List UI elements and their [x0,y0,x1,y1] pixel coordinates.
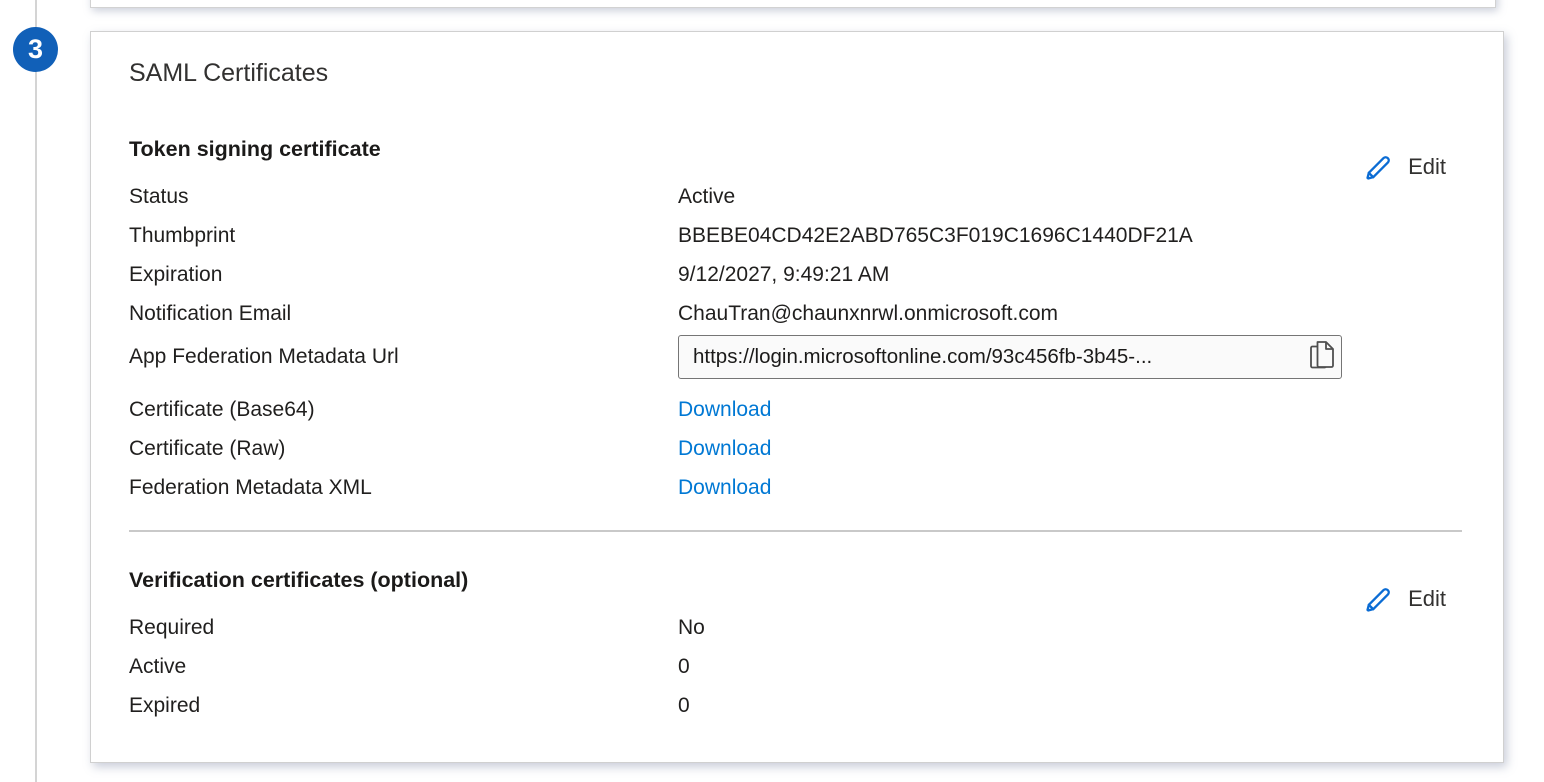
field-row: Thumbprint BBEBE04CD42E2ABD765C3F019C169… [129,216,1462,255]
field-row: Federation Metadata XML Download [129,468,1462,507]
download-link[interactable]: Download [678,476,771,500]
step-connector-line [35,0,37,782]
field-row: Status Active [129,177,1462,216]
field-row: Expired 0 [129,686,1462,725]
step-number-badge: 3 [13,27,58,72]
field-label: Thumbprint [129,224,678,248]
edit-token-signing-button[interactable]: Edit [1361,148,1446,185]
edit-verification-button[interactable]: Edit [1361,580,1446,617]
edit-button-label: Edit [1408,586,1446,612]
pencil-icon [1361,150,1394,184]
field-row: Required No [129,608,1462,647]
field-label: Status [129,185,678,209]
verification-certificates-heading: Verification certificates (optional) [129,566,1462,594]
field-value: Active [678,185,735,209]
token-signing-certificate-heading: Token signing certificate [129,135,1462,163]
edit-button-label: Edit [1408,154,1446,180]
field-row: Expiration 9/12/2027, 9:49:21 AM [129,255,1462,294]
verification-certificate-rows: Required No Active 0 Expired 0 [129,608,1462,725]
field-label: Federation Metadata XML [129,476,678,500]
field-value: ChauTran@chaunxnrwl.onmicrosoft.com [678,302,1058,326]
field-label: Required [129,616,678,640]
field-value: No [678,616,705,640]
app-federation-metadata-url-row: App Federation Metadata Url https://logi… [129,333,1462,381]
download-link[interactable]: Download [678,398,771,422]
metadata-url-box[interactable]: https://login.microsoftonline.com/93c456… [678,335,1342,379]
field-value: BBEBE04CD42E2ABD765C3F019C1696C1440DF21A [678,224,1193,248]
field-label: Certificate (Base64) [129,398,678,422]
field-label: Certificate (Raw) [129,437,678,461]
pencil-icon [1361,582,1394,616]
field-label: Expiration [129,263,678,287]
field-row: Notification Email ChauTran@chaunxnrwl.o… [129,294,1462,333]
token-certificate-rows: Status Active Thumbprint BBEBE04CD42E2AB… [129,177,1462,333]
field-label: Expired [129,694,678,718]
download-link[interactable]: Download [678,437,771,461]
saml-certificates-card: SAML Certificates Edit Edit [90,31,1504,763]
field-value: 0 [678,694,690,718]
field-row: Active 0 [129,647,1462,686]
field-row: Certificate (Base64) Download [129,390,1462,429]
field-value: 9/12/2027, 9:49:21 AM [678,263,889,287]
field-label: Active [129,655,678,679]
step-number: 3 [28,34,43,64]
copy-url-button[interactable] [1303,337,1341,377]
field-row: Certificate (Raw) Download [129,429,1462,468]
card-title: SAML Certificates [129,58,1462,88]
metadata-url-value: https://login.microsoftonline.com/93c456… [679,345,1303,369]
copy-icon [1309,340,1336,374]
field-label: App Federation Metadata Url [129,345,678,369]
certificate-download-rows: Certificate (Base64) Download Certificat… [129,390,1462,507]
section-divider [129,530,1462,532]
field-label: Notification Email [129,302,678,326]
field-value: 0 [678,655,690,679]
previous-card-bottom-edge [90,0,1496,8]
